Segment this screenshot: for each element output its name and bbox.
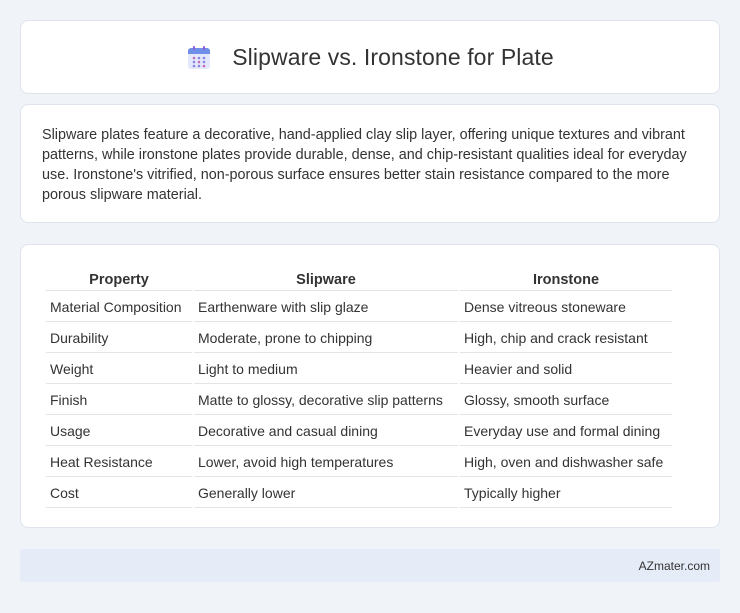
column-header-property: Property xyxy=(46,266,192,291)
table-cell-ironstone: Glossy, smooth surface xyxy=(460,386,672,415)
comparison-card: Property Slipware Ironstone Material Com… xyxy=(20,244,720,528)
table-cell-property: Finish xyxy=(46,386,192,415)
intro-paragraph: Slipware plates feature a decorative, ha… xyxy=(42,127,687,203)
table-header-row: Property Slipware Ironstone xyxy=(46,266,672,291)
table-cell-slipware: Lower, avoid high temperatures xyxy=(194,448,458,477)
page-title: Slipware vs. Ironstone for Plate xyxy=(232,43,554,70)
table-cell-slipware: Generally lower xyxy=(194,479,458,508)
table-cell-ironstone: Dense vitreous stoneware xyxy=(460,293,672,322)
table-cell-property: Cost xyxy=(46,479,192,508)
table-row: Finish Matte to glossy, decorative slip … xyxy=(46,386,672,415)
footer-bar: AZmater.com xyxy=(20,549,720,582)
table-cell-ironstone: High, chip and crack resistant xyxy=(460,324,672,353)
column-header-ironstone: Ironstone xyxy=(460,266,672,291)
table-cell-slipware: Moderate, prone to chipping xyxy=(194,324,458,353)
column-header-slipware: Slipware xyxy=(194,266,458,291)
table-cell-property: Usage xyxy=(46,417,192,446)
table-cell-property: Material Composition xyxy=(46,293,192,322)
table-cell-slipware: Earthenware with slip glaze xyxy=(194,293,458,322)
table-cell-ironstone: Typically higher xyxy=(460,479,672,508)
table-row: Usage Decorative and casual dining Every… xyxy=(46,417,672,446)
comparison-table: Property Slipware Ironstone Material Com… xyxy=(44,264,674,510)
calendar-icon xyxy=(186,45,212,70)
table-cell-slipware: Decorative and casual dining xyxy=(194,417,458,446)
table-cell-property: Heat Resistance xyxy=(46,448,192,477)
table-row: Heat Resistance Lower, avoid high temper… xyxy=(46,448,672,477)
table-cell-ironstone: Heavier and solid xyxy=(460,355,672,384)
table-cell-slipware: Light to medium xyxy=(194,355,458,384)
table-cell-ironstone: Everyday use and formal dining xyxy=(460,417,672,446)
table-cell-ironstone: High, oven and dishwasher safe xyxy=(460,448,672,477)
table-row: Weight Light to medium Heavier and solid xyxy=(46,355,672,384)
title-card: Slipware vs. Ironstone for Plate xyxy=(20,20,720,94)
table-row: Durability Moderate, prone to chipping H… xyxy=(46,324,672,353)
table-cell-slipware: Matte to glossy, decorative slip pattern… xyxy=(194,386,458,415)
table-cell-property: Weight xyxy=(46,355,192,384)
footer-site-link[interactable]: AZmater.com xyxy=(639,559,710,573)
intro-card: Slipware plates feature a decorative, ha… xyxy=(20,104,720,223)
table-cell-property: Durability xyxy=(46,324,192,353)
table-row: Material Composition Earthenware with sl… xyxy=(46,293,672,322)
table-row: Cost Generally lower Typically higher xyxy=(46,479,672,508)
